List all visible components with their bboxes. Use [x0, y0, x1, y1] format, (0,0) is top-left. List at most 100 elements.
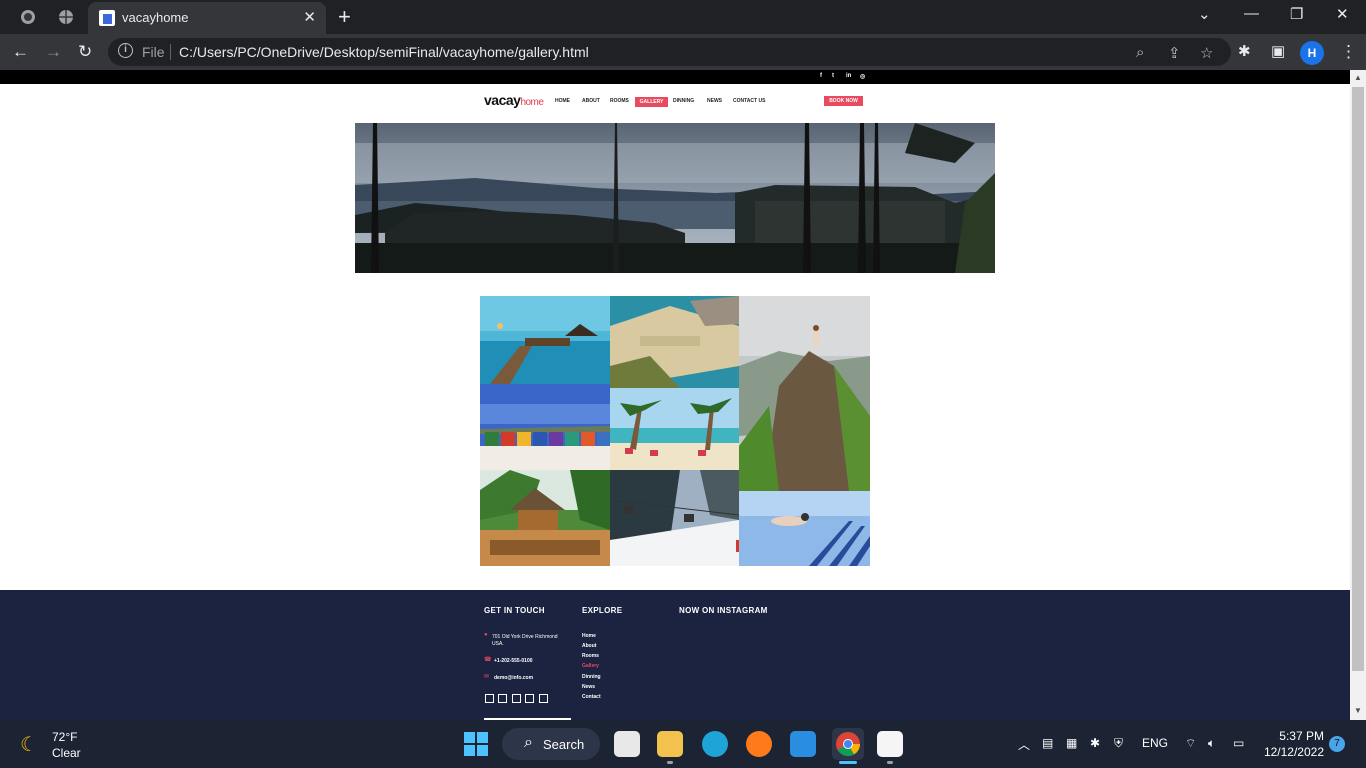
footer-linkedin-icon[interactable]	[512, 694, 521, 703]
logo-main: vacay	[484, 92, 521, 108]
page-scrollbar[interactable]: ▲ ▼	[1350, 70, 1366, 720]
battery-icon[interactable]: ▭	[1233, 736, 1244, 750]
share-icon[interactable]: ⇪	[1168, 44, 1181, 62]
running-indicator	[887, 761, 893, 764]
gallery-image-waterpark-hut[interactable]	[480, 470, 610, 566]
vscode-icon[interactable]	[790, 731, 816, 757]
linkedin-icon[interactable]: in	[846, 73, 851, 79]
address-bar[interactable]: i File C:/Users/PC/OneDrive/Desktop/semi…	[108, 38, 1231, 66]
twitter-icon[interactable]: t	[832, 73, 834, 79]
url-text[interactable]: C:/Users/PC/OneDrive/Desktop/semiFinal/v…	[179, 44, 589, 60]
defender-icon[interactable]: ⛨	[1114, 736, 1123, 751]
weather-temperature[interactable]: 72°F	[52, 730, 77, 744]
globe-icon[interactable]	[20, 9, 36, 25]
file-explorer-icon[interactable]	[657, 731, 683, 757]
back-icon[interactable]: ←	[12, 40, 29, 64]
divider	[170, 44, 171, 60]
weather-condition[interactable]: Clear	[52, 746, 81, 760]
tab-search-icon[interactable]: ⌄	[1198, 5, 1211, 23]
zoom-icon[interactable]: ⌕	[1136, 44, 1144, 61]
notification-badge[interactable]: 7	[1329, 736, 1345, 752]
nav-news[interactable]: NEWS	[707, 98, 722, 104]
search-icon: ⌕	[524, 734, 533, 751]
running-indicator	[667, 761, 673, 764]
language-indicator[interactable]: ENG	[1142, 736, 1168, 750]
mail-icon: ✉	[484, 674, 490, 680]
browser-toolbar: ← → ↻ i File C:/Users/PC/OneDrive/Deskto…	[0, 34, 1366, 70]
close-tab-icon[interactable]: ✕	[303, 8, 316, 26]
footer-facebook-icon[interactable]	[485, 694, 494, 703]
book-now-button[interactable]: BOOK NOW	[824, 96, 863, 106]
active-tab[interactable]: vacayhome ✕	[88, 2, 326, 34]
site-logo[interactable]: vacayhome	[484, 92, 544, 108]
gallery-image-swimmer[interactable]	[739, 491, 870, 566]
nav-about[interactable]: ABOUT	[582, 98, 600, 104]
footer-link-news[interactable]: News	[582, 684, 595, 690]
nav-rooms[interactable]: ROOMS	[610, 98, 629, 104]
moon-weather-icon[interactable]: ☾	[20, 732, 38, 757]
bookmark-star-icon[interactable]: ☆	[1200, 44, 1213, 62]
scroll-down-icon[interactable]: ▼	[1354, 706, 1362, 715]
reload-icon[interactable]: ↻	[78, 40, 92, 64]
windows-start-icon[interactable]	[464, 732, 488, 756]
gallery-image-pier[interactable]	[480, 296, 610, 384]
footer-link-gallery[interactable]: Gallery	[582, 663, 599, 669]
tray-app-icon[interactable]: ▦	[1066, 736, 1077, 750]
taskbar-search[interactable]: ⌕ Search	[502, 728, 600, 760]
footer-twitter-icon[interactable]	[498, 694, 507, 703]
nav-gallery[interactable]: GALLERY	[635, 97, 668, 107]
minimize-icon[interactable]: —	[1244, 5, 1259, 22]
facebook-icon[interactable]: f	[820, 73, 822, 79]
footer-phone[interactable]: +1-202-555-0100	[494, 658, 533, 664]
gallery-image-mountain-hiker[interactable]	[739, 296, 870, 491]
system-clock[interactable]: 5:37 PM 12/12/2022	[1262, 729, 1324, 759]
footer-flickr-icon[interactable]	[525, 694, 534, 703]
extensions-icon[interactable]: ✱	[1238, 40, 1251, 64]
web-page: f t in ◎ vacayhome HOME ABOUT ROOMS GALL…	[0, 70, 1350, 720]
footer-email[interactable]: demo@info.com	[494, 675, 533, 681]
side-panel-icon[interactable]: ▣	[1271, 40, 1285, 64]
forward-icon[interactable]: →	[45, 40, 62, 64]
wifi-icon[interactable]: ⌔	[1185, 736, 1196, 751]
tab-strip: vacayhome ✕ + ⌄ — ❐ ✕	[0, 0, 1366, 34]
location-pin-icon: ●	[484, 632, 488, 638]
info-icon[interactable]: i	[118, 43, 133, 58]
footer-link-about[interactable]: About	[582, 643, 596, 649]
footer-link-home[interactable]: Home	[582, 633, 596, 639]
instagram-icon[interactable]: ◎	[860, 73, 865, 80]
store-icon[interactable]	[614, 731, 640, 757]
footer-rss-icon[interactable]	[539, 694, 548, 703]
volume-icon[interactable]: 🔈︎	[1208, 736, 1215, 751]
snipping-tool-icon[interactable]	[877, 731, 903, 757]
scroll-thumb[interactable]	[1352, 87, 1364, 671]
restore-icon[interactable]: ❐	[1290, 5, 1303, 23]
profile-avatar[interactable]: H	[1300, 41, 1324, 65]
close-window-icon[interactable]: ✕	[1336, 5, 1349, 23]
scheme-label: File	[142, 44, 165, 60]
social-top-bar: f t in ◎	[0, 70, 1350, 84]
nav-dinning[interactable]: DINNING	[673, 98, 694, 104]
footer-link-dinning[interactable]: Dinning	[582, 674, 601, 680]
tab-title: vacayhome	[122, 10, 189, 25]
gallery-image-rocky-beach[interactable]	[610, 296, 739, 388]
menu-icon[interactable]: ⋮	[1340, 40, 1357, 64]
tray-app-icon[interactable]: ▤	[1042, 736, 1053, 750]
phone-icon: ☎	[484, 657, 492, 663]
footer-link-rooms[interactable]: Rooms	[582, 653, 599, 659]
edge-icon[interactable]	[702, 731, 728, 757]
new-tab-icon[interactable]: +	[338, 4, 351, 30]
nav-home[interactable]: HOME	[555, 98, 570, 104]
favicon-icon	[99, 10, 115, 26]
scroll-up-icon[interactable]: ▲	[1354, 73, 1362, 82]
chrome-icon[interactable]	[835, 731, 861, 757]
bluetooth-icon[interactable]: ✱	[1090, 736, 1100, 750]
gallery-image-beach-huts[interactable]	[480, 384, 610, 470]
nav-contact[interactable]: CONTACT US	[733, 98, 765, 104]
gallery-image-palm-beach[interactable]	[610, 388, 739, 470]
footer-heading-instagram: NOW ON INSTAGRAM	[679, 606, 768, 615]
footer-link-contact[interactable]: Contact	[582, 694, 601, 700]
firefox-icon[interactable]	[746, 731, 772, 757]
gallery-image-ski-lift[interactable]	[610, 470, 739, 566]
show-hidden-icons-icon[interactable]: ︿	[1018, 736, 1030, 753]
globe-icon[interactable]	[58, 9, 74, 25]
